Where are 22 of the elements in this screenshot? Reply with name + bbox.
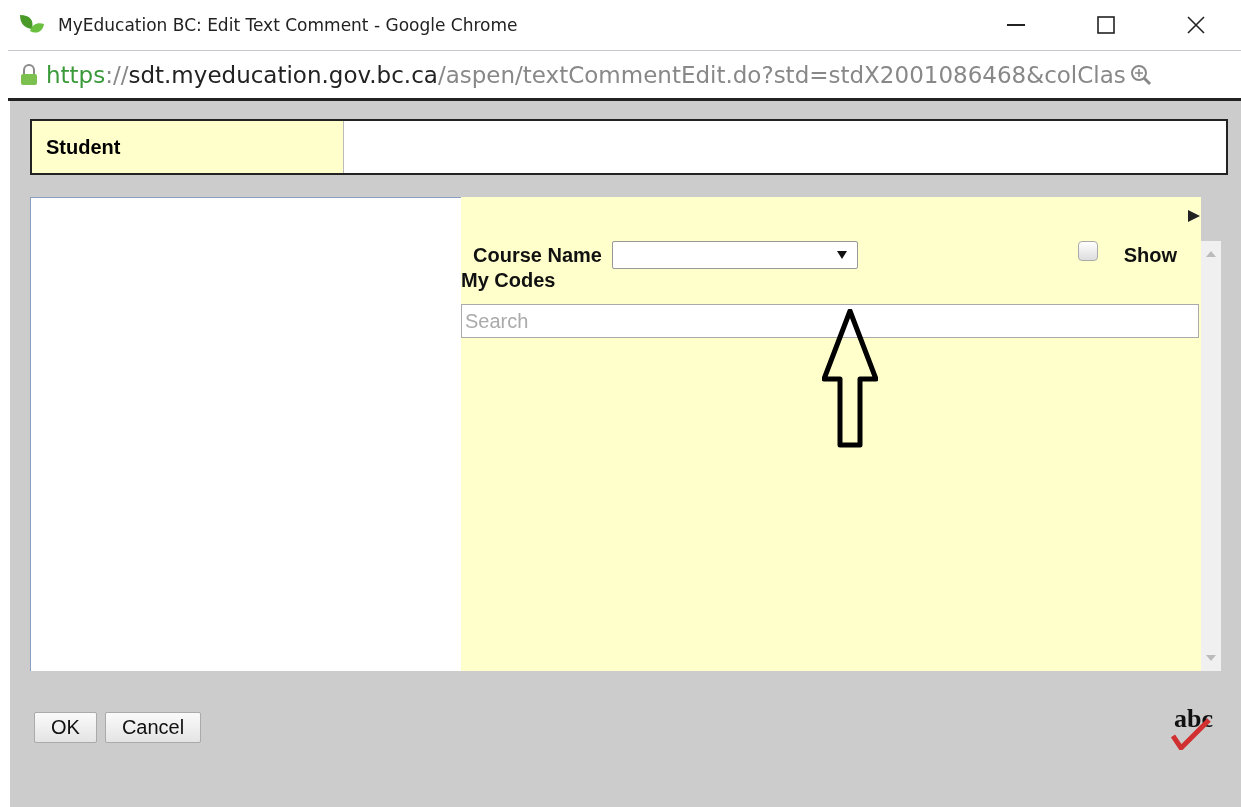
- close-icon: [1187, 16, 1205, 34]
- zoom-icon[interactable]: [1129, 63, 1152, 86]
- dialog-button[interactable]: OK: [34, 711, 97, 743]
- dropdown-caret-icon: [836, 251, 847, 259]
- window-title: MyEducation BC: Edit Text Comment - Google Chrome: [58, 15, 518, 35]
- my-codes-label: My Codes: [461, 269, 556, 292]
- course-name-dropdown[interactable]: [611, 241, 858, 269]
- lock-icon: [20, 63, 38, 86]
- expand-arrow-icon[interactable]: [1187, 209, 1201, 223]
- minimize-icon: [1007, 24, 1025, 26]
- show-label: Show: [1123, 243, 1177, 267]
- search-field[interactable]: Search: [461, 304, 1199, 338]
- scrollbar[interactable]: [1201, 241, 1221, 671]
- url-text[interactable]: https://sdt.myeducation.gov.bc.ca/aspen/textCommentEdit.do?std=stdX2001086468&colClas: [46, 61, 1126, 88]
- dialog-button[interactable]: Cancel: [104, 711, 202, 743]
- scroll-down-icon[interactable]: [1206, 655, 1216, 661]
- checkbox[interactable]: [1077, 241, 1098, 261]
- scroll-up-icon[interactable]: [1206, 251, 1216, 257]
- student-label: Student: [32, 121, 344, 173]
- course-name-label: Course Name: [473, 243, 602, 267]
- maximize-icon: [1097, 16, 1115, 34]
- comment-area[interactable]: [30, 197, 461, 671]
